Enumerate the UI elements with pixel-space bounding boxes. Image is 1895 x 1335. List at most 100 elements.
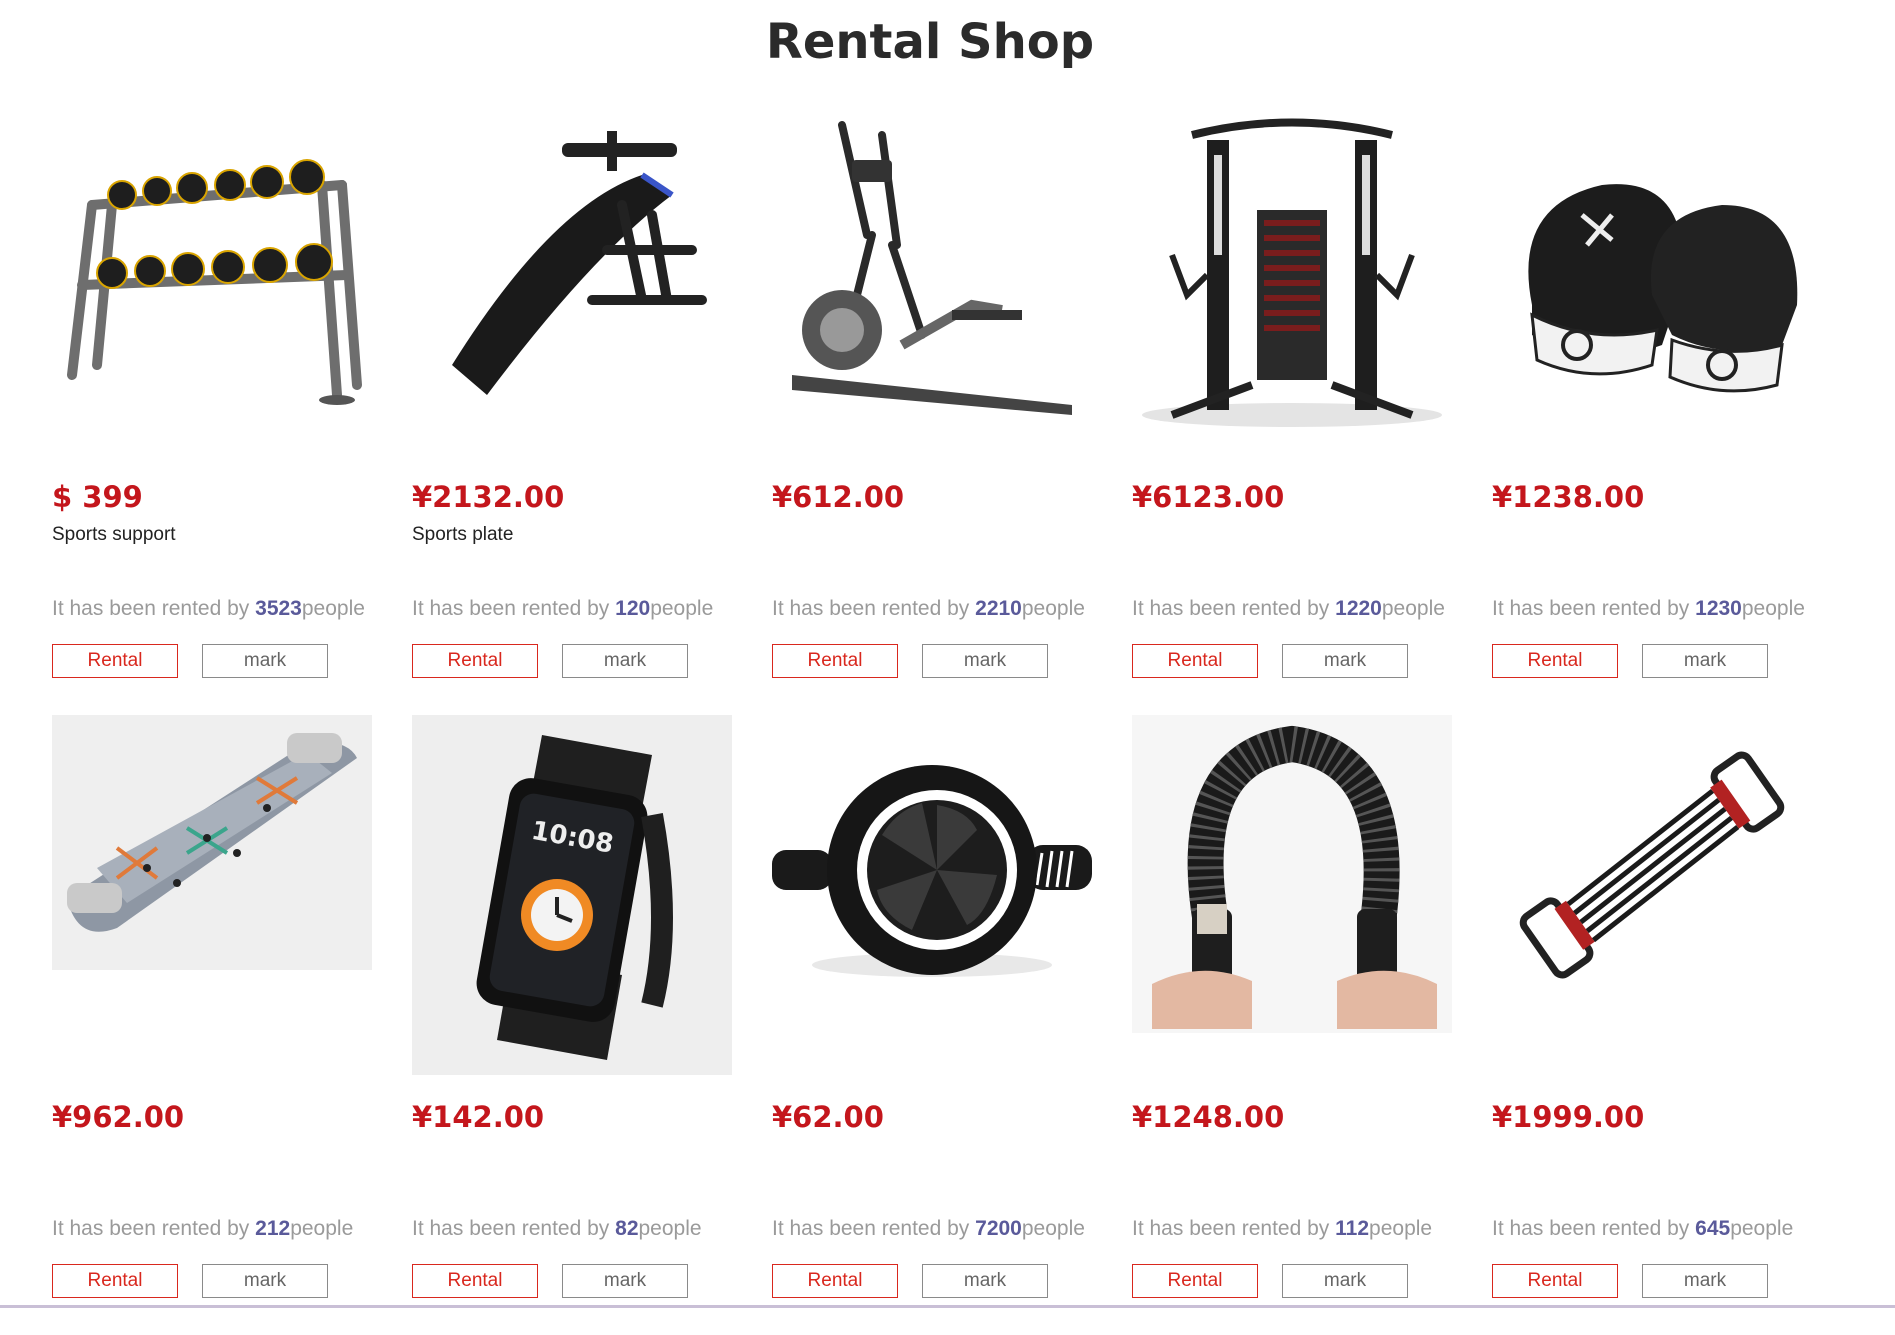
rented-suffix: people [1730, 1217, 1794, 1240]
rental-button[interactable]: Rental [1132, 1264, 1258, 1298]
product-card: ¥612.00 It has been rented by 2210people… [772, 95, 1092, 715]
product-image[interactable] [1492, 95, 1812, 455]
cable-machine-icon [1142, 118, 1442, 427]
chest-expander-icon [1519, 751, 1785, 979]
rented-count: 82 [615, 1217, 639, 1240]
rental-button[interactable]: Rental [52, 644, 178, 678]
rented-suffix: people [1021, 1217, 1085, 1240]
mark-button[interactable]: mark [1282, 644, 1408, 678]
rented-suffix: people [1741, 597, 1805, 620]
rented-suffix: people [301, 597, 365, 620]
rented-prefix: It has been rented by [412, 597, 616, 620]
product-card: ¥1999.00 It has been rented by 645people… [1492, 715, 1812, 1335]
product-card: ¥1238.00 It has been rented by 1230peopl… [1492, 95, 1812, 715]
rented-info: It has been rented by 645people [1492, 1217, 1793, 1241]
rented-prefix: It has been rented by [1492, 597, 1696, 620]
rental-button[interactable]: Rental [1132, 644, 1258, 678]
rented-suffix: people [638, 1217, 702, 1240]
product-price: ¥142.00 [412, 1100, 545, 1134]
rented-suffix: people [1381, 597, 1445, 620]
product-image[interactable] [1492, 715, 1812, 1075]
page-title: Rental Shop [765, 14, 1095, 70]
mark-button[interactable]: mark [562, 644, 688, 678]
product-price: ¥1238.00 [1492, 480, 1645, 514]
rented-info: It has been rented by 1220people [1132, 597, 1445, 621]
rented-prefix: It has been rented by [1132, 1217, 1336, 1240]
rented-suffix: people [1021, 597, 1085, 620]
product-image[interactable] [52, 715, 372, 1075]
rented-prefix: It has been rented by [1132, 597, 1336, 620]
product-card: ¥6123.00 It has been rented by 1220peopl… [1132, 95, 1452, 715]
rental-button[interactable]: Rental [412, 1264, 538, 1298]
product-grid: $ 399 Sports support It has been rented … [52, 95, 1812, 1335]
mark-button[interactable]: mark [1282, 1264, 1408, 1298]
rented-info: It has been rented by 2210people [772, 597, 1085, 621]
smartwatch-icon: 10:08 [476, 735, 673, 1060]
mark-button[interactable]: mark [562, 1264, 688, 1298]
product-name: Sports support [52, 524, 176, 545]
product-price: $ 399 [52, 480, 143, 514]
mark-button[interactable]: mark [1642, 1264, 1768, 1298]
bottom-divider [0, 1305, 1895, 1308]
rental-button[interactable]: Rental [1492, 644, 1618, 678]
rented-count: 2210 [975, 597, 1022, 620]
rental-button[interactable]: Rental [412, 644, 538, 678]
push-up-board-icon [67, 732, 357, 932]
product-price: ¥962.00 [52, 1100, 185, 1134]
product-price: ¥612.00 [772, 480, 905, 514]
product-price: ¥6123.00 [1132, 480, 1285, 514]
power-twister-icon [1152, 725, 1437, 1029]
rented-info: It has been rented by 212people [52, 1217, 353, 1241]
product-price: ¥2132.00 [412, 480, 565, 514]
rental-button[interactable]: Rental [1492, 1264, 1618, 1298]
mark-button[interactable]: mark [1642, 644, 1768, 678]
rented-count: 112 [1335, 1217, 1370, 1240]
product-name: Sports plate [412, 524, 514, 545]
product-image[interactable] [52, 95, 372, 455]
dumbbell-rack-icon [67, 159, 362, 405]
product-price: ¥1248.00 [1132, 1100, 1285, 1134]
elliptical-trainer-icon [792, 121, 1072, 415]
product-card: ¥962.00 It has been rented by 212people … [52, 715, 372, 1335]
rented-count: 1230 [1695, 597, 1742, 620]
rental-button[interactable]: Rental [52, 1264, 178, 1298]
boxing-gloves-icon [1528, 184, 1798, 393]
product-price: ¥62.00 [772, 1100, 884, 1134]
mark-button[interactable]: mark [202, 644, 328, 678]
rented-count: 1220 [1335, 597, 1382, 620]
product-card: ¥2132.00 Sports plate It has been rented… [412, 95, 732, 715]
sit-up-bench-icon [452, 131, 707, 395]
rented-count: 3523 [255, 597, 302, 620]
rented-count: 645 [1695, 1217, 1731, 1240]
product-image[interactable] [772, 715, 1092, 1075]
rented-prefix: It has been rented by [412, 1217, 616, 1240]
mark-button[interactable]: mark [202, 1264, 328, 1298]
rented-prefix: It has been rented by [772, 1217, 976, 1240]
rental-button[interactable]: Rental [772, 1264, 898, 1298]
rented-suffix: people [650, 597, 714, 620]
rented-prefix: It has been rented by [772, 597, 976, 620]
product-image[interactable] [1132, 95, 1452, 455]
rented-suffix: people [290, 1217, 354, 1240]
product-price: ¥1999.00 [1492, 1100, 1645, 1134]
product-image[interactable]: 10:08 [412, 715, 732, 1075]
rented-prefix: It has been rented by [52, 1217, 256, 1240]
rental-button[interactable]: Rental [772, 644, 898, 678]
rented-info: It has been rented by 1230people [1492, 597, 1805, 621]
product-card: 10:08 ¥142.00 It has been rented by 82pe… [412, 715, 732, 1335]
rented-prefix: It has been rented by [52, 597, 256, 620]
mark-button[interactable]: mark [922, 1264, 1048, 1298]
product-image[interactable] [1132, 715, 1452, 1075]
rented-info: It has been rented by 120people [412, 597, 713, 621]
mark-button[interactable]: mark [922, 644, 1048, 678]
rented-info: It has been rented by 82people [412, 1217, 702, 1241]
rented-suffix: people [1369, 1217, 1433, 1240]
ab-wheel-icon [772, 765, 1092, 977]
product-image[interactable] [412, 95, 732, 455]
rented-info: It has been rented by 112people [1132, 1217, 1432, 1241]
product-card: ¥1248.00 It has been rented by 112people… [1132, 715, 1452, 1335]
product-card: $ 399 Sports support It has been rented … [52, 95, 372, 715]
rented-count: 212 [255, 1217, 291, 1240]
rented-count: 120 [615, 597, 651, 620]
product-image[interactable] [772, 95, 1092, 455]
